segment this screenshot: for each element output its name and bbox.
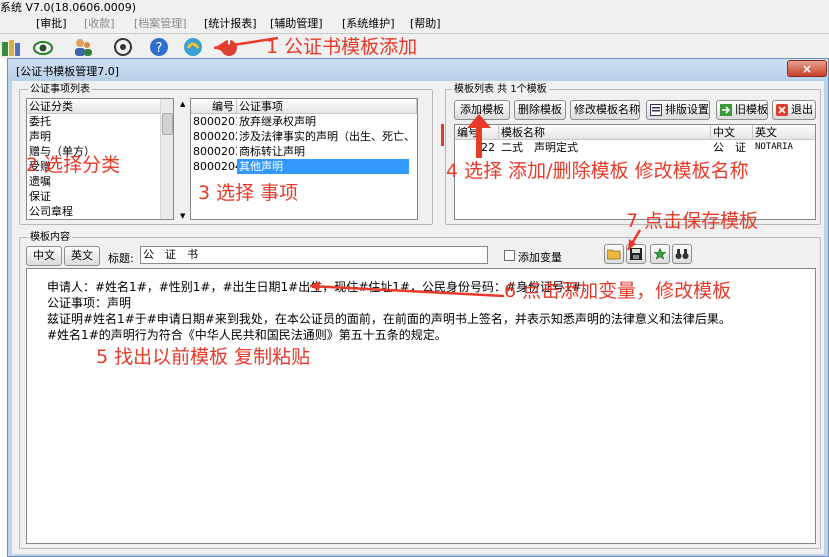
matter-code-header: 编号 xyxy=(191,99,237,114)
annotation-step-5: 5 找出以前模板 复制粘贴 xyxy=(96,346,311,368)
template-zh-header: 中文 xyxy=(711,125,753,140)
menu-help[interactable]: [帮助] xyxy=(410,17,441,31)
binoculars-icon xyxy=(675,249,689,259)
menu-reports[interactable]: [统计报表] xyxy=(204,17,257,31)
category-header: 公证分类 xyxy=(27,99,161,114)
dialog-title: [公证书模板管理7.0] xyxy=(16,65,120,78)
layout-settings-button[interactable]: 排版设置 xyxy=(646,100,710,120)
matter-name[interactable]: 商标转让声明 xyxy=(237,144,417,159)
rename-template-button[interactable]: 修改模板名称 xyxy=(570,100,640,120)
list-item[interactable]: 委托 xyxy=(27,114,163,129)
close-icon xyxy=(776,104,788,116)
books-icon[interactable] xyxy=(0,36,22,58)
star-icon xyxy=(653,247,667,260)
exit-label: 退出 xyxy=(791,103,813,116)
annotation-step-1: 1 公证书模板添加 xyxy=(266,36,418,58)
content-line-2: 公证事项：声明 xyxy=(47,296,132,310)
content-line-3: 兹证明#姓名1#于#申请日期#来到我处，在本公证员的面前，在前面的声明书上签名，… xyxy=(47,312,731,326)
help-icon[interactable]: ? xyxy=(148,36,170,58)
annotation-step-2: 2 选择分类 xyxy=(26,154,121,176)
content-line-4: #姓名1#的声明行为符合《中华人民共和国民法通则》第五十五条的规定。 xyxy=(47,328,447,342)
scroll-thumb[interactable] xyxy=(162,113,173,135)
template-en[interactable]: NOTARIA xyxy=(753,140,815,155)
annotation-step-4: 4 选择 添加/删除模板 修改模板名称 xyxy=(446,160,749,182)
delete-template-button[interactable]: 删除模板 xyxy=(514,100,566,120)
annotation-arrow-4-icon xyxy=(467,114,491,158)
eye-icon[interactable] xyxy=(32,36,54,58)
dialog-body: 公证事项列表 公证分类 委托 声明 赠与（单方） 受赠 遗嘱 保证 公司章程 编… xyxy=(12,81,824,554)
list-item[interactable]: 公司章程 xyxy=(27,204,163,219)
category-scrollbar[interactable] xyxy=(160,99,173,219)
content-group-label: 模板内容 xyxy=(28,232,72,243)
template-name[interactable]: 二式 声明定式 xyxy=(499,140,711,155)
menubar: [审批] [收款] [档案管理] [统计报表] [辅助管理] [系统维护] [帮… xyxy=(0,15,829,34)
template-group-label: 模板列表 共 1个模板 xyxy=(452,84,549,95)
list-item[interactable]: 声明 xyxy=(27,129,163,144)
exit-button[interactable]: 退出 xyxy=(772,100,816,120)
dialog-titlebar[interactable]: [公证书模板管理7.0] × xyxy=(8,59,828,81)
annotation-arrow-1-icon xyxy=(213,36,279,51)
scroll-down-arrow-icon[interactable]: ▼ xyxy=(180,212,185,220)
matter-name[interactable]: 放弃继承权声明 xyxy=(237,114,417,129)
users-icon[interactable] xyxy=(72,36,94,58)
template-group: 模板列表 共 1个模板 添加模板 删除模板 修改模板名称 排版设置 旧模板 退出… xyxy=(445,84,821,225)
add-variable-label: 添加变量 xyxy=(518,251,562,264)
template-content-editor[interactable]: 申请人：#姓名1#，#性别1#，#出生日期1#出生，现住#住址1#，公民身份号码… xyxy=(26,268,816,544)
list-item[interactable]: 遗嘱 xyxy=(27,174,163,189)
menu-approve[interactable]: [审批] xyxy=(36,17,67,31)
annotation-arrow-6-icon xyxy=(309,281,505,298)
annotation-step-6: 6 点击添加变量，修改模板 xyxy=(504,280,732,302)
annotation-marker xyxy=(441,124,444,146)
template-en-header: 英文 xyxy=(753,125,815,140)
layout-icon xyxy=(650,104,662,116)
old-template-label: 旧模板 xyxy=(735,103,768,116)
tab-english[interactable]: 英文 xyxy=(64,246,100,266)
list-item[interactable]: 保证 xyxy=(27,189,163,204)
layout-settings-label: 排版设置 xyxy=(665,103,709,116)
dialog-close-button[interactable]: × xyxy=(787,60,827,77)
template-manager-dialog: [公证书模板管理7.0] × 公证事项列表 公证分类 委托 声明 赠与（单方） … xyxy=(7,58,829,557)
matter-code[interactable]: 8000204 xyxy=(191,159,237,174)
matter-code[interactable]: 8000201 xyxy=(191,114,237,129)
matter-name-selected[interactable]: 其他声明 xyxy=(237,159,409,174)
find-button[interactable] xyxy=(672,244,692,264)
annotation-step-3: 3 选择 事项 xyxy=(198,182,299,204)
matter-name-header: 公证事项 xyxy=(237,99,417,114)
matter-code[interactable]: 8000202 xyxy=(191,129,237,144)
matter-name[interactable]: 涉及法律事实的声明（出生、死亡、 xyxy=(237,129,417,144)
arrow-icon xyxy=(720,104,732,116)
menu-archive[interactable]: [档案管理] xyxy=(134,17,187,31)
matter-code[interactable]: 8000203 xyxy=(191,144,237,159)
template-zh[interactable]: 公 证 xyxy=(711,140,753,155)
scroll-up-arrow-icon[interactable]: ▲ xyxy=(180,100,185,108)
exit-icon[interactable] xyxy=(112,36,134,58)
menu-system[interactable]: [系统维护] xyxy=(342,17,395,31)
annotation-arrow-7-icon xyxy=(626,229,642,251)
svg-text:?: ? xyxy=(156,41,163,56)
menu-payment[interactable]: [收款] xyxy=(84,17,115,31)
app-title: 系统 V7.0(18.0606.0009) xyxy=(0,0,829,15)
title-input[interactable]: 公 证 书 xyxy=(140,246,488,264)
add-variable-checkbox[interactable] xyxy=(504,250,515,261)
category-group-label: 公证事项列表 xyxy=(28,84,92,95)
favorite-button[interactable] xyxy=(650,244,670,264)
template-name-header: 模板名称 xyxy=(499,125,711,140)
old-template-button[interactable]: 旧模板 xyxy=(716,100,768,120)
tab-chinese[interactable]: 中文 xyxy=(26,246,62,266)
title-label: 标题: xyxy=(108,252,134,265)
menu-aux[interactable]: [辅助管理] xyxy=(270,17,323,31)
